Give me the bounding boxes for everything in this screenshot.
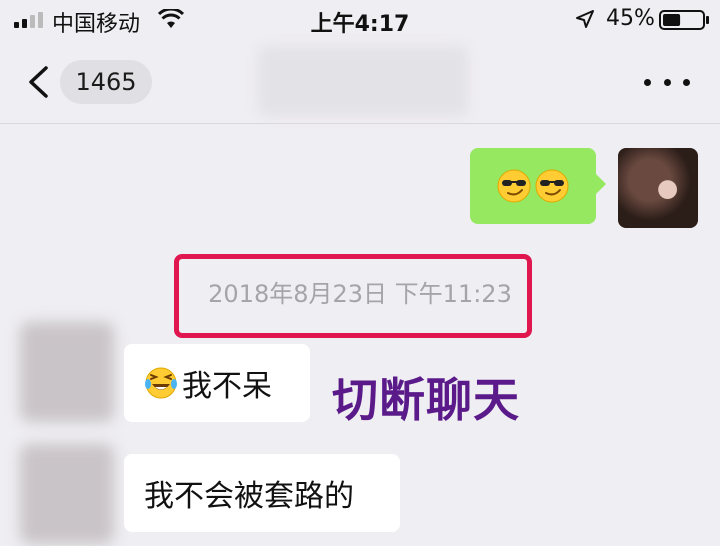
more-icon <box>644 78 651 86</box>
message-text: 我不呆 <box>182 369 272 404</box>
more-button[interactable] <box>636 62 698 102</box>
battery-percent: 45% <box>606 6 655 31</box>
timestamp-highlight-frame <box>174 254 532 338</box>
unread-count-badge: 1465 <box>60 60 152 104</box>
back-button[interactable]: 1465 <box>26 60 156 104</box>
chevron-left-icon <box>29 66 48 98</box>
my-avatar[interactable] <box>618 148 698 228</box>
outgoing-message-bubble[interactable] <box>470 148 606 224</box>
status-bar: 中国移动 上午4:17 45% <box>0 0 720 40</box>
battery-icon <box>659 10 709 30</box>
contact-avatar[interactable] <box>20 444 114 544</box>
contact-avatar[interactable] <box>20 322 114 422</box>
smirk-sunglasses-emoji <box>535 169 569 203</box>
message-text: 我不会被套路的 <box>144 479 354 514</box>
smirk-sunglasses-emoji <box>497 169 531 203</box>
chat-nav-bar: 1465 <box>0 40 720 124</box>
laughing-tears-emoji <box>145 367 177 399</box>
incoming-message-bubble[interactable]: 我不会被套路的 <box>124 454 400 532</box>
location-arrow-icon <box>576 10 594 28</box>
incoming-message-bubble[interactable]: 我不呆 <box>124 344 310 422</box>
contact-name-blurred <box>258 46 468 116</box>
annotation-caption: 切断聊天 <box>332 373 520 427</box>
